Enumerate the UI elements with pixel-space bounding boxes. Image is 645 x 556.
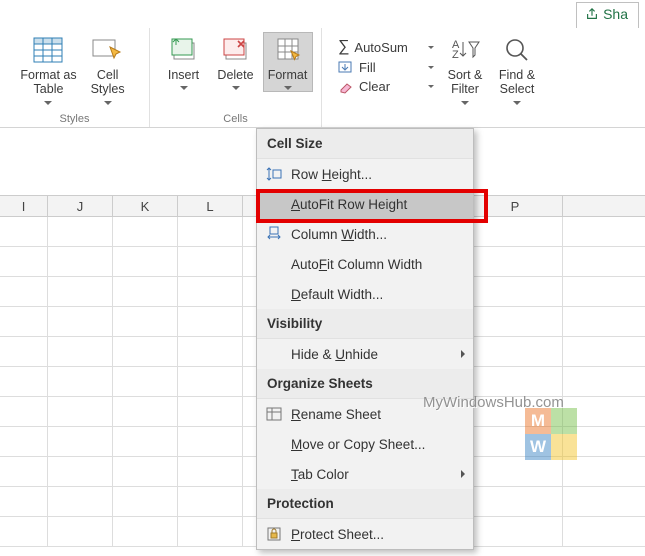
share-label: Sha — [603, 6, 628, 22]
chevron-down-icon — [461, 101, 469, 105]
menu-item-move-copy[interactable]: Move or Copy Sheet... — [257, 429, 473, 459]
col-header[interactable]: J — [48, 196, 113, 216]
cell-styles-icon — [92, 34, 124, 66]
chevron-down-icon — [428, 46, 434, 49]
group-label-cells: Cells — [223, 113, 247, 127]
chevron-down-icon — [232, 86, 240, 90]
menu-label: Hide & Unhide — [291, 347, 453, 362]
fill-label: Fill — [359, 60, 376, 75]
delete-label: Delete — [217, 68, 253, 82]
format-label: Format — [268, 68, 308, 82]
col-header[interactable]: P — [468, 196, 563, 216]
rename-icon — [265, 405, 283, 423]
menu-item-default-width[interactable]: Default Width... — [257, 279, 473, 309]
chevron-down-icon — [104, 101, 112, 105]
column-width-icon — [265, 225, 283, 243]
svg-text:Z: Z — [452, 49, 459, 61]
eraser-icon — [338, 80, 354, 94]
menu-label: Tab Color — [291, 467, 453, 482]
menu-label: Move or Copy Sheet... — [291, 437, 465, 452]
clear-button[interactable]: Clear — [338, 79, 434, 94]
delete-icon — [220, 34, 252, 66]
menu-label: Protect Sheet... — [291, 527, 465, 542]
clear-label: Clear — [359, 79, 390, 94]
col-header[interactable]: L — [178, 196, 243, 216]
chevron-down-icon — [428, 85, 434, 88]
col-header[interactable]: K — [113, 196, 178, 216]
sort-filter-button[interactable]: AZ Sort & Filter — [440, 32, 490, 107]
menu-item-protect-sheet[interactable]: Protect Sheet... — [257, 519, 473, 549]
submenu-arrow-icon — [461, 470, 465, 478]
fill-icon — [338, 61, 354, 75]
autosum-button[interactable]: ∑ AutoSum — [338, 38, 434, 56]
cell-styles-label: Cell Styles — [91, 68, 125, 97]
menu-item-row-height[interactable]: Row Height... — [257, 159, 473, 189]
find-icon — [501, 34, 533, 66]
share-button[interactable]: Sha — [576, 2, 639, 28]
menu-label: Column Width... — [291, 227, 465, 242]
chevron-down-icon — [44, 101, 52, 105]
insert-label: Insert — [168, 68, 199, 82]
format-icon — [272, 34, 304, 66]
submenu-arrow-icon — [461, 350, 465, 358]
menu-section-visibility: Visibility — [257, 309, 473, 339]
menu-label: AutoFit Row Height — [291, 197, 465, 212]
cell-styles-button[interactable]: Cell Styles — [83, 32, 133, 107]
insert-icon — [168, 34, 200, 66]
sort-filter-label: Sort & Filter — [448, 68, 483, 97]
menu-item-tab-color[interactable]: Tab Color — [257, 459, 473, 489]
format-menu: Cell Size Row Height... AutoFit Row Heig… — [256, 128, 474, 550]
delete-button[interactable]: Delete — [211, 32, 261, 92]
autosum-label: AutoSum — [354, 40, 407, 55]
chevron-down-icon — [180, 86, 188, 90]
fill-button[interactable]: Fill — [338, 60, 434, 75]
insert-button[interactable]: Insert — [159, 32, 209, 92]
menu-item-hide-unhide[interactable]: Hide & Unhide — [257, 339, 473, 369]
ribbon: Format as Table Cell Styles Styles Inser… — [0, 28, 645, 128]
menu-item-autofit-row-height[interactable]: AutoFit Row Height — [257, 189, 473, 219]
sort-filter-icon: AZ — [449, 34, 481, 66]
menu-section-cell-size: Cell Size — [257, 129, 473, 159]
sigma-icon: ∑ — [338, 38, 349, 56]
chevron-down-icon — [428, 66, 434, 69]
menu-item-autofit-column-width[interactable]: AutoFit Column Width — [257, 249, 473, 279]
chevron-down-icon — [284, 86, 292, 90]
col-header[interactable]: I — [0, 196, 48, 216]
format-as-table-label: Format as Table — [20, 68, 76, 97]
menu-label: AutoFit Column Width — [291, 257, 465, 272]
menu-label: Default Width... — [291, 287, 465, 302]
format-as-table-button[interactable]: Format as Table — [16, 32, 80, 107]
find-select-button[interactable]: Find & Select — [492, 32, 542, 107]
table-icon — [32, 34, 64, 66]
share-icon — [585, 7, 599, 21]
menu-label: Row Height... — [291, 167, 465, 182]
chevron-down-icon — [513, 101, 521, 105]
protect-icon — [265, 525, 283, 543]
row-height-icon — [265, 165, 283, 183]
menu-item-column-width[interactable]: Column Width... — [257, 219, 473, 249]
menu-section-protection: Protection — [257, 489, 473, 519]
format-button[interactable]: Format — [263, 32, 313, 92]
find-select-label: Find & Select — [499, 68, 535, 97]
group-label-styles: Styles — [60, 113, 90, 127]
